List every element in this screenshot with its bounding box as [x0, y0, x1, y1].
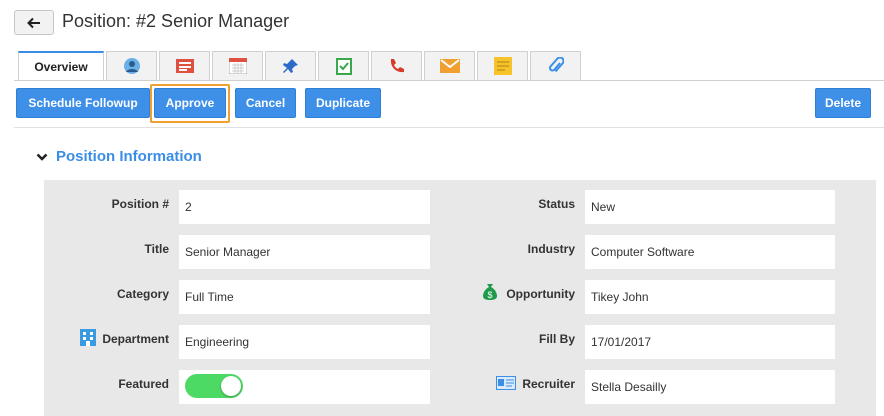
- calendar-icon: [228, 58, 247, 74]
- email-icon: [439, 59, 460, 73]
- building-icon: [80, 329, 96, 346]
- attachment-icon: [548, 57, 564, 73]
- tab-divider: [14, 80, 884, 81]
- delete-button[interactable]: Delete: [815, 88, 871, 118]
- tab-attachment[interactable]: [530, 51, 581, 80]
- opportunity-label: Opportunity: [506, 287, 575, 301]
- fill-by-field[interactable]: 17/01/2017: [585, 325, 835, 359]
- tab-email[interactable]: [424, 51, 475, 80]
- phone-icon: [390, 59, 404, 73]
- tab-bar: Overview: [18, 51, 583, 81]
- list-icon: [175, 59, 194, 73]
- task-icon: [335, 58, 352, 75]
- recruiter-label: Recruiter: [522, 377, 575, 391]
- tab-note[interactable]: [477, 51, 528, 80]
- toolbar-divider: [14, 127, 884, 128]
- back-button[interactable]: [14, 10, 54, 35]
- featured-toggle[interactable]: [185, 374, 243, 398]
- status-label: Status: [538, 197, 575, 211]
- arrow-left-icon: [27, 17, 40, 28]
- page-title: Position: #2 Senior Manager: [62, 11, 290, 31]
- position-number-field[interactable]: 2: [179, 190, 430, 224]
- tab-list[interactable]: [159, 51, 210, 80]
- pin-icon: [282, 59, 298, 73]
- contacts-icon: [123, 58, 140, 74]
- money-bag-icon: $: [483, 284, 497, 300]
- section-header[interactable]: Position Information: [36, 148, 202, 165]
- note-icon: [493, 57, 512, 75]
- fill-by-label: Fill By: [538, 332, 575, 346]
- tab-contacts[interactable]: [106, 51, 157, 80]
- featured-label: Featured: [118, 377, 169, 391]
- title-field[interactable]: Senior Manager: [179, 235, 430, 269]
- chevron-down-icon: [36, 153, 48, 161]
- id-card-icon: [496, 376, 516, 390]
- industry-field[interactable]: Computer Software: [585, 235, 835, 269]
- opportunity-field[interactable]: Tikey John: [585, 280, 835, 314]
- department-label: Department: [102, 332, 169, 346]
- tab-pin[interactable]: [265, 51, 316, 80]
- schedule-followup-button[interactable]: Schedule Followup: [16, 88, 150, 118]
- industry-label: Industry: [527, 242, 575, 256]
- category-label: Category: [116, 287, 169, 301]
- tab-overview[interactable]: Overview: [18, 51, 104, 81]
- tab-task[interactable]: [318, 51, 369, 80]
- section-title: Position Information: [56, 148, 202, 165]
- tab-calendar[interactable]: [212, 51, 263, 80]
- cancel-button[interactable]: Cancel: [235, 88, 296, 118]
- approve-button[interactable]: Approve: [154, 88, 226, 118]
- status-field[interactable]: New: [585, 190, 835, 224]
- toggle-knob: [221, 376, 241, 396]
- department-field[interactable]: Engineering: [179, 325, 430, 359]
- category-field[interactable]: Full Time: [179, 280, 430, 314]
- title-label: Title: [144, 242, 169, 256]
- duplicate-button[interactable]: Duplicate: [305, 88, 381, 118]
- svg-text:$: $: [487, 290, 492, 300]
- tab-phone[interactable]: [371, 51, 422, 80]
- position-number-label: Position #: [111, 197, 169, 211]
- recruiter-field[interactable]: Stella Desailly: [585, 370, 835, 404]
